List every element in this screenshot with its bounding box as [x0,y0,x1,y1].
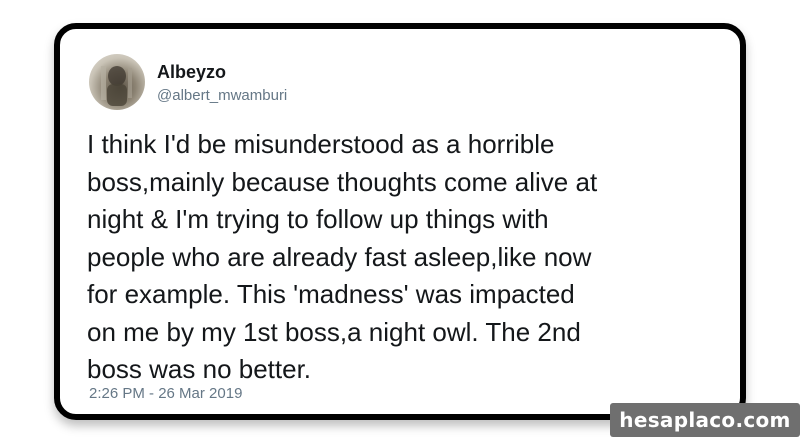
tweet-timestamp[interactable]: 2:26 PM - 26 Mar 2019 [89,385,242,402]
profile-photo-icon [101,66,132,106]
watermark: hesaplaco.com [610,403,800,437]
avatar[interactable] [89,54,145,110]
author-handle[interactable]: @albert_mwamburi [157,87,287,104]
author-name[interactable]: Albeyzo [157,62,226,83]
tweet-text: I think I'd be misunderstood as a horrib… [87,129,598,384]
tweet-card: Albeyzo @albert_mwamburi I think I'd be … [54,23,746,420]
